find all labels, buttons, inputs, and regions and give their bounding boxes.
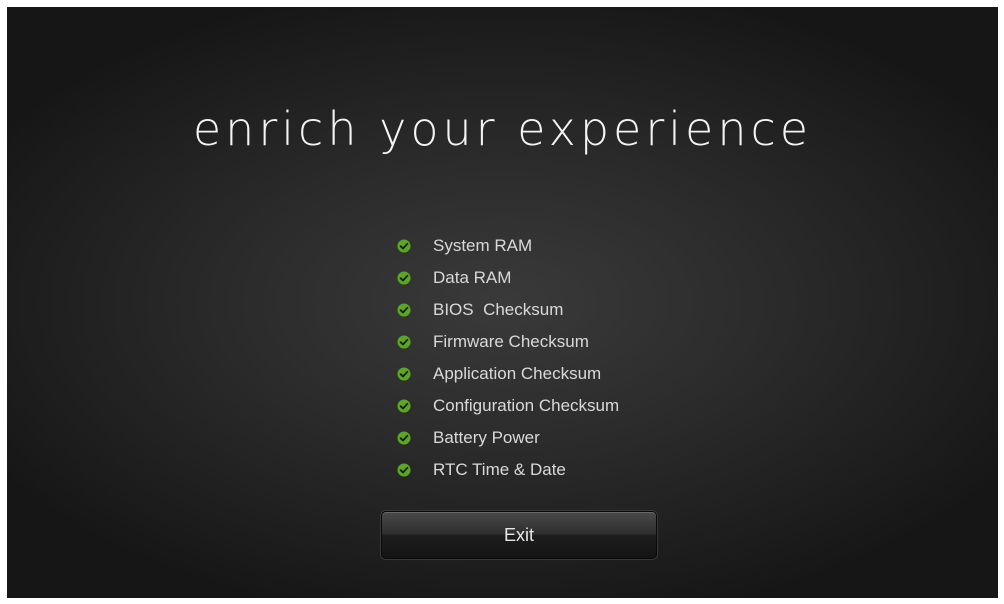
checklist-item-label: Configuration Checksum <box>433 396 620 415</box>
check-icon <box>397 431 411 445</box>
checklist-item-bios-checksum: BIOS Checksum <box>397 294 619 326</box>
page-title: enrich your experience <box>192 102 813 156</box>
self-test-screen: enrich your experience System RAM Data R… <box>7 7 998 598</box>
self-test-checklist: System RAM Data RAM BIOS Checksum Firmwa… <box>397 230 619 486</box>
checklist-item-application-checksum: Application Checksum <box>397 358 619 390</box>
checklist-item-label: Firmware Checksum <box>433 332 589 351</box>
checklist-item-configuration-checksum: Configuration Checksum <box>397 390 619 422</box>
checklist-item-label: Data RAM <box>433 268 512 287</box>
exit-button[interactable]: Exit <box>381 511 657 559</box>
checklist-item-label: Application Checksum <box>433 364 602 383</box>
checklist-item-label: RTC Time & Date <box>433 460 566 479</box>
checklist-item-data-ram: Data RAM <box>397 262 619 294</box>
check-icon <box>397 399 411 413</box>
check-icon <box>397 335 411 349</box>
checklist-item-label: BIOS Checksum <box>433 300 564 319</box>
checklist-item-battery-power: Battery Power <box>397 422 619 454</box>
check-icon <box>397 367 411 381</box>
checklist-item-label: System RAM <box>433 236 533 255</box>
checklist-item-label: Battery Power <box>433 428 540 447</box>
checklist-item-system-ram: System RAM <box>397 230 619 262</box>
check-icon <box>397 239 411 253</box>
check-icon <box>397 271 411 285</box>
check-icon <box>397 303 411 317</box>
checklist-item-rtc-time-date: RTC Time & Date <box>397 454 619 486</box>
check-icon <box>397 463 411 477</box>
checklist-item-firmware-checksum: Firmware Checksum <box>397 326 619 358</box>
